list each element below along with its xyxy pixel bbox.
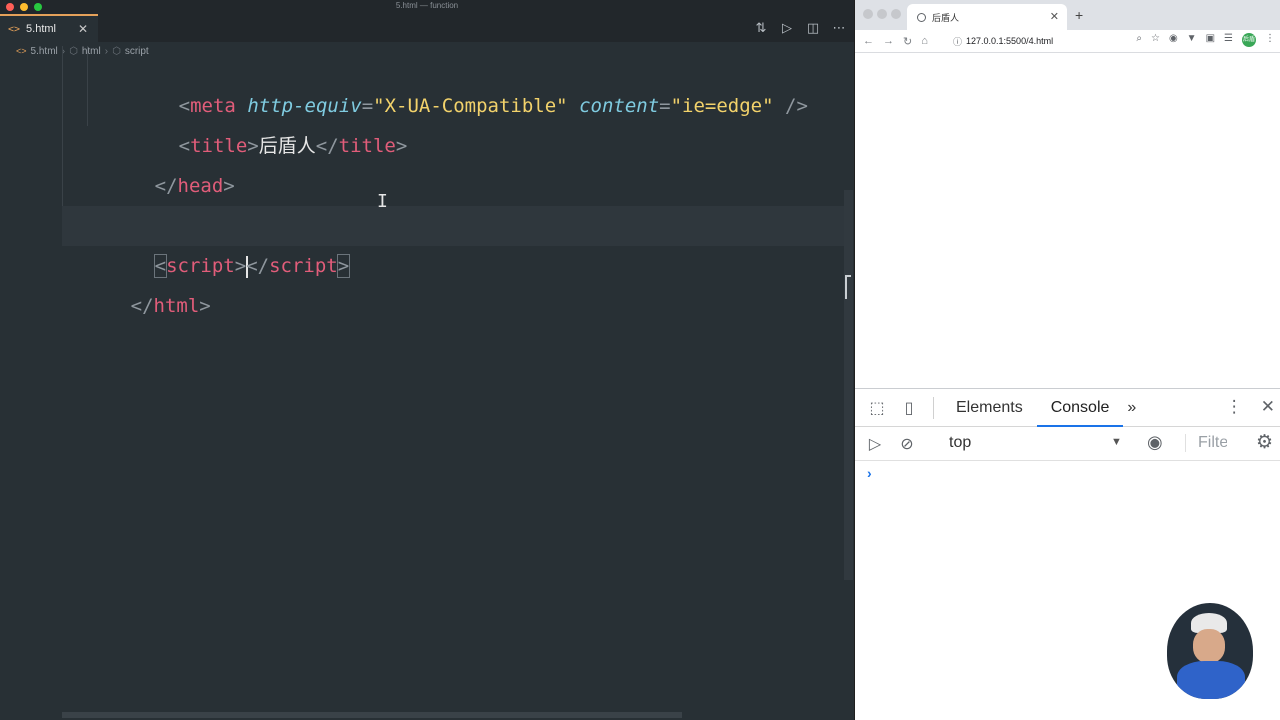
profile-avatar[interactable]: 后盾人 [1242,33,1256,57]
code-icon: <> [8,23,21,35]
page-viewport [855,52,1280,388]
sidebar-toggle-icon[interactable]: ▷ [859,434,891,454]
info-icon: ⓘ [953,36,963,47]
zoom-icon[interactable]: ⌕ [1136,33,1142,47]
eye-icon[interactable]: ◉ [1147,432,1163,453]
run-icon[interactable]: ▷ [780,20,794,36]
gear-icon[interactable]: ⚙ [1256,431,1273,454]
address-bar[interactable]: ⓘ 127.0.0.1:5500/4.html [953,32,1123,50]
code-line-script[interactable]: <script></script> [86,206,351,278]
indent-guide [87,46,88,126]
code-line-title[interactable]: <title>后盾人</title> [110,86,408,157]
devtools-panel: ⬚ ▯ Elements Console » ⋮ ✕ ▷ ⊘ top ▼ ◉ F… [855,388,1280,720]
title-bar: 5.html — function [0,0,854,14]
close-icon[interactable]: ✕ [1050,10,1059,23]
device-toolbar-icon[interactable]: ▯ [893,398,925,418]
bookmark-star-icon[interactable]: ☆ [1151,33,1160,47]
code-line-head-close[interactable]: </head> [86,126,235,197]
devtools-actions: ⋮ ✕ [1226,397,1275,417]
forward-icon[interactable]: → [883,35,894,47]
clear-console-icon[interactable]: ⊘ [891,434,923,454]
maximize-window-button[interactable] [891,9,901,19]
code-line-meta[interactable]: <meta http-equiv="X-UA-Compatible" conte… [110,46,808,117]
new-tab-icon[interactable]: + [1075,7,1083,23]
extensions-area: ⌕ ☆ ◉ ▼ ▣ ☰ 后盾人 ⋮ [1136,33,1275,57]
close-window-button[interactable] [863,9,873,19]
close-icon[interactable]: ✕ [1261,397,1275,417]
tab-5-html[interactable]: <> 5.html ✕ [0,14,98,42]
browser-tab-title: 后盾人 [932,12,960,23]
extension-icon[interactable]: ▼ [1187,33,1197,47]
tab-console[interactable]: Console [1036,389,1124,427]
minimize-window-button[interactable] [877,9,887,19]
editor-tab-bar: <> 5.html ✕ ⇅ ▷ ◫ ⋯ [0,14,854,42]
url-text: 127.0.0.1:5500/4.html [966,36,1054,46]
devtools-tab-bar: ⬚ ▯ Elements Console » ⋮ ✕ [855,389,1280,427]
tab-elements[interactable]: Elements [942,389,1037,427]
more-tabs-icon[interactable]: » [1123,389,1140,427]
browser-tab-strip: 后盾人 ✕ + [855,0,1280,30]
tab-label: 5.html [26,23,57,35]
dropdown-arrow-icon[interactable]: ▼ [1111,436,1122,448]
code-line-body[interactable]: <body></body> [86,166,304,237]
code-area[interactable]: <meta http-equiv="X-UA-Compatible" conte… [0,46,852,706]
close-icon[interactable]: ✕ [78,22,88,36]
console-prompt[interactable]: › [867,465,872,481]
inspect-element-icon[interactable]: ⬚ [861,398,893,418]
divider [933,396,934,419]
browser-window: 后盾人 ✕ + ← → ↻ ⌂ ⓘ 127.0.0.1:5500/4.html … [854,0,1280,720]
presenter-face [1193,629,1225,663]
extension-icon[interactable]: ▣ [1206,33,1215,47]
browser-tab[interactable]: 后盾人 ✕ [907,4,1067,30]
home-icon[interactable]: ⌂ [921,35,928,47]
back-icon[interactable]: ← [863,35,874,47]
extension-icon[interactable]: ☰ [1224,33,1233,47]
horizontal-scrollbar[interactable] [62,712,682,718]
reload-icon[interactable]: ↻ [903,35,912,48]
filter-input[interactable]: Filter [1185,434,1227,452]
webcam-overlay [1167,603,1253,699]
mouse-ibeam-icon: I [377,191,388,212]
browser-toolbar: ← → ↻ ⌂ ⓘ 127.0.0.1:5500/4.html ⌕ ☆ ◉ ▼ … [855,30,1280,57]
console-toolbar: ▷ ⊘ top ▼ ◉ Filter ⚙ [855,427,1280,461]
context-selector[interactable]: top [949,434,971,452]
code-editor: 5.html — function <> 5.html ✕ ⇅ ▷ ◫ ⋯ <>… [0,0,854,720]
more-icon[interactable]: ⋯ [832,20,846,36]
window-title: 5.html — function [395,1,459,10]
scroll-marker [845,275,851,299]
compare-icon[interactable]: ⇅ [754,20,768,36]
code-line-html-close[interactable]: </html> [62,246,211,317]
more-icon[interactable]: ⋮ [1265,33,1275,47]
presenter-body [1177,661,1245,699]
split-editor-icon[interactable]: ◫ [806,20,820,36]
extension-icon[interactable]: ◉ [1169,33,1178,47]
globe-icon [917,12,926,22]
kebab-menu-icon[interactable]: ⋮ [1226,397,1243,417]
editor-actions: ⇅ ▷ ◫ ⋯ [754,20,846,36]
vertical-scrollbar[interactable] [844,190,853,580]
